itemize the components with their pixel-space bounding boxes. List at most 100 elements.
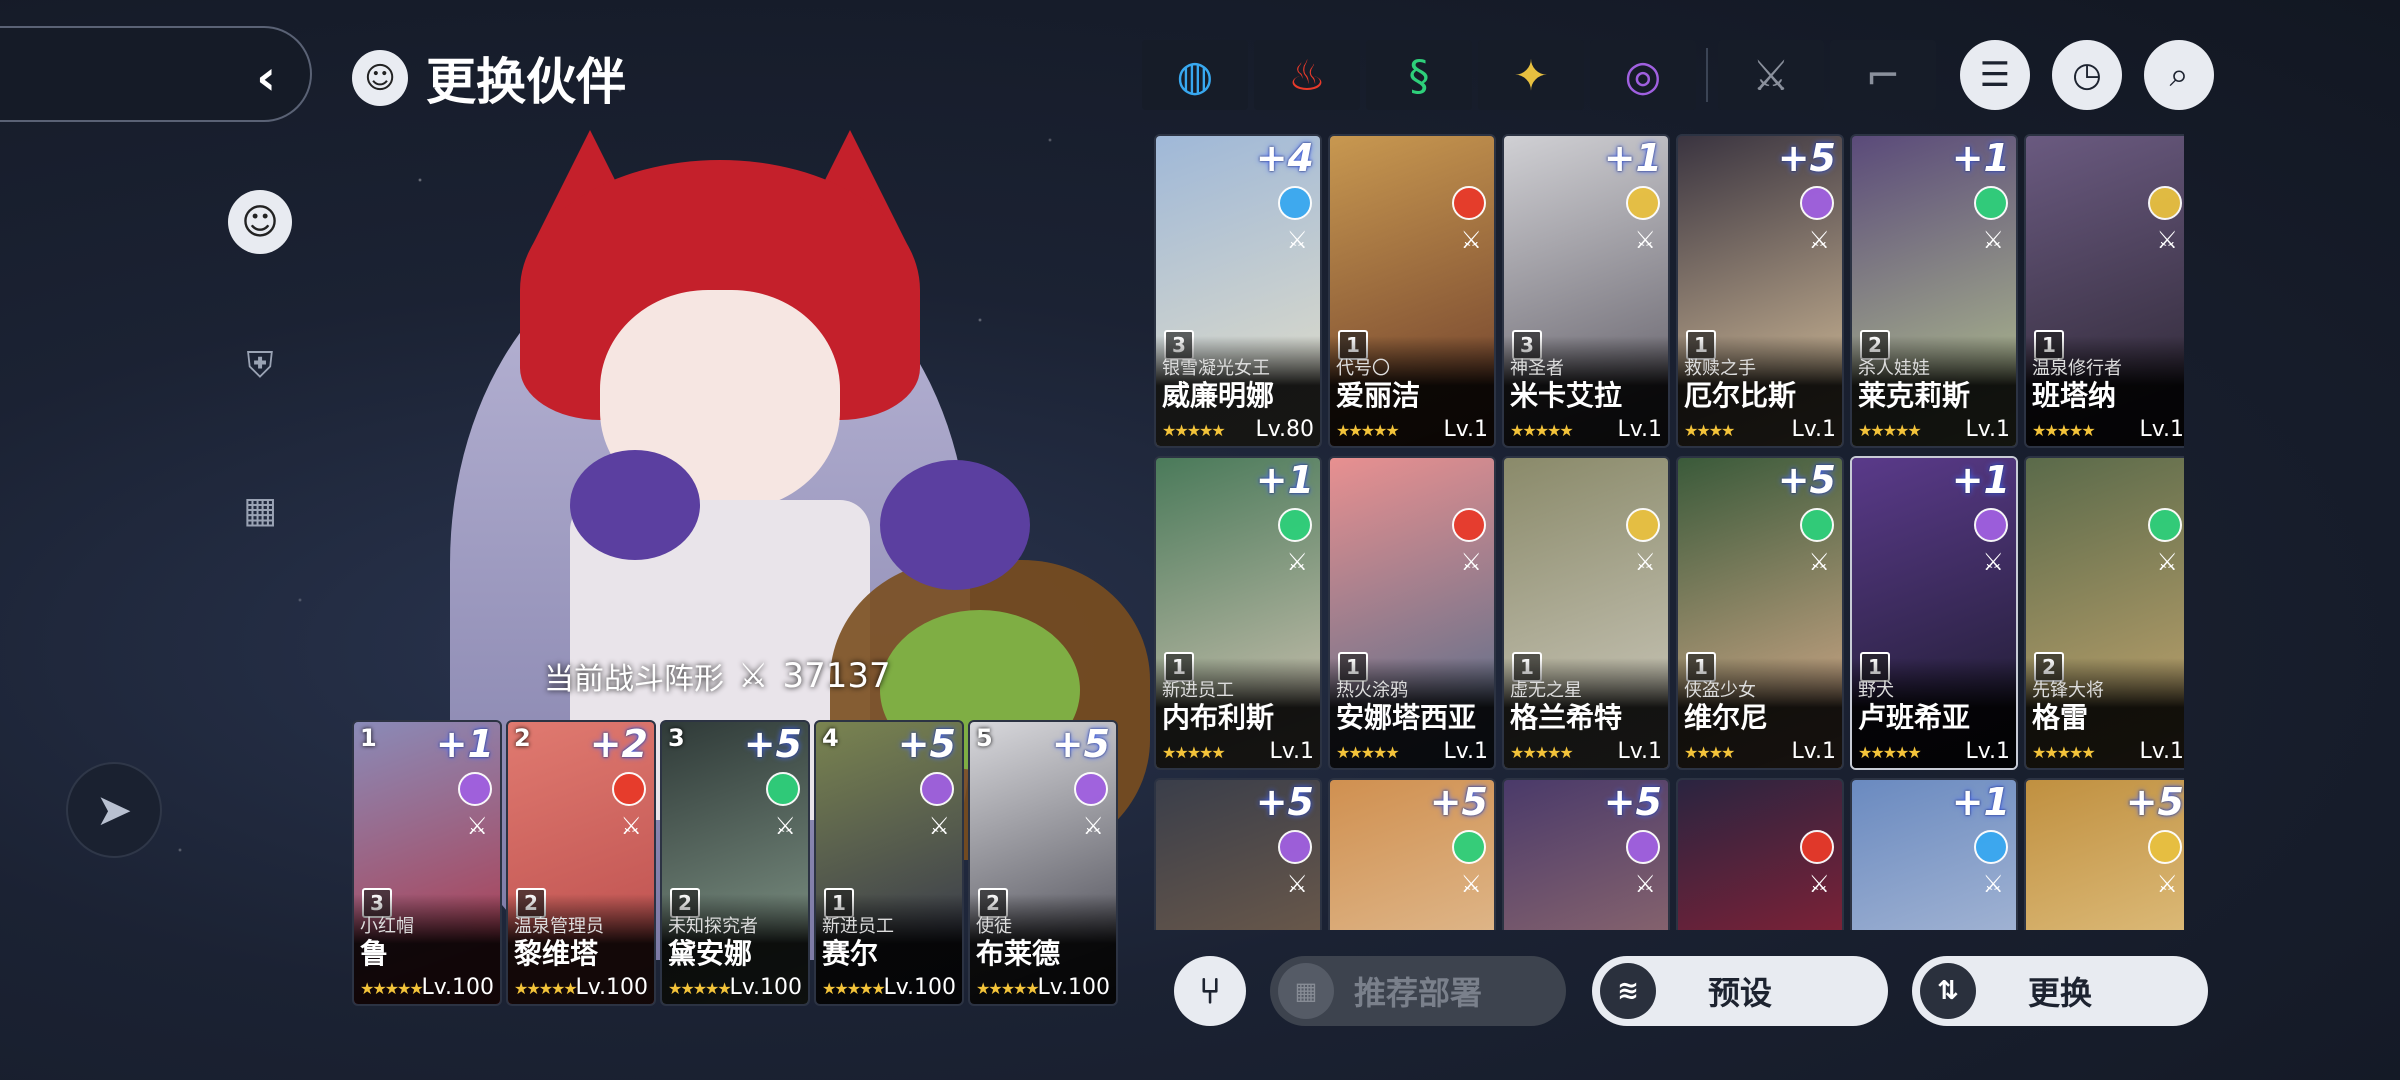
sword-icon: ⚔	[2156, 226, 2178, 254]
character-card[interactable]: +5⚔2	[2024, 778, 2184, 930]
element-icon	[1278, 508, 1312, 542]
character-card[interactable]: +5⚔1	[1328, 778, 1496, 930]
element-icon	[1452, 508, 1486, 542]
character-name: 格兰希特	[1510, 701, 1623, 734]
enhance-badge: +1	[1951, 458, 2010, 502]
star-rating: ★★★★★	[668, 979, 732, 998]
star-rating: ★★★★★	[1510, 743, 1574, 762]
character-card[interactable]: ⚔1温泉修行者班塔纳★★★★★Lv.1	[2024, 134, 2184, 448]
support-class-icon[interactable]: ⌐	[1830, 40, 1936, 110]
enhance-badge: +5	[897, 722, 956, 766]
fork-knife-icon[interactable]: ⑂	[1174, 956, 1246, 1026]
timer-icon[interactable]: ◷	[2052, 40, 2122, 110]
sword-icon: ⚔	[1634, 870, 1656, 898]
character-card[interactable]: +1⚔1新进员工内布利斯★★★★★Lv.1	[1154, 456, 1322, 770]
character-card[interactable]: +5⚔2	[1154, 778, 1322, 930]
grid-icon: ▦	[1278, 963, 1334, 1019]
sword-icon: ⚔	[1808, 870, 1830, 898]
enhance-badge: +1	[1951, 780, 2010, 824]
character-card[interactable]: ⚔1虚无之星格兰希特★★★★★Lv.1	[1502, 456, 1670, 770]
roster-grid: +4⚔3银雪凝光女王威廉明娜★★★★★Lv.80⚔1代号〇爱丽洁★★★★★Lv.…	[1154, 134, 2184, 930]
character-level: Lv.100	[421, 975, 494, 1000]
back-button[interactable]: ‹	[0, 26, 312, 122]
character-card[interactable]: +1⚔1野犬卢班希亚★★★★★Lv.1	[1850, 456, 2018, 770]
sword-icon: ⚔	[1286, 548, 1308, 576]
character-card[interactable]: 3+5⚔2未知探究者黛安娜★★★★★Lv.100	[660, 720, 810, 1006]
element-icon	[1626, 508, 1660, 542]
element-icon	[1974, 508, 2008, 542]
star-rating: ★★★★★	[976, 979, 1040, 998]
sort-filter-icon[interactable]: ☰	[1960, 40, 2030, 110]
element-icon	[1974, 186, 2008, 220]
character-card[interactable]: +1⚔1	[1850, 778, 2018, 930]
sword-icon: ⚔	[1082, 812, 1104, 840]
formation-power: 当前战斗阵形 ⚔ 37137	[544, 654, 891, 698]
team-lineup: 1+1⚔3小红帽鲁★★★★★Lv.1002+2⚔2温泉管理员黎维塔★★★★★Lv…	[352, 720, 1118, 1006]
character-card[interactable]: 4+5⚔1新进员工赛尔★★★★★Lv.100	[814, 720, 964, 1006]
recommend-label: 推荐部署	[1353, 974, 1482, 1012]
character-card[interactable]: 2+2⚔2温泉管理员黎维塔★★★★★Lv.100	[506, 720, 656, 1006]
character-card[interactable]: ⚔1	[1676, 778, 1844, 930]
enhance-badge: +5	[1777, 458, 1836, 502]
character-card[interactable]: ⚔2先锋大将格雷★★★★★Lv.1	[2024, 456, 2184, 770]
slot-number: 1	[360, 724, 377, 752]
character-name: 卢班希亚	[1858, 701, 1971, 734]
character-card[interactable]: ⚔1热火涂鸦安娜塔西亚★★★★★Lv.1	[1328, 456, 1496, 770]
dark-element-icon[interactable]: ◎	[1590, 40, 1696, 110]
companion-icon: ☺	[352, 50, 408, 106]
star-rating: ★★★★★	[1336, 743, 1400, 762]
sword-icon: ⚔	[1460, 226, 1482, 254]
page-title: 更换伙伴	[426, 53, 626, 111]
character-level: Lv.1	[1965, 739, 2010, 764]
enhance-badge: +1	[1255, 458, 1314, 502]
star-rating: ★★★★★	[1510, 421, 1574, 440]
element-icon	[1074, 772, 1108, 806]
sword-icon: ⚔	[466, 812, 488, 840]
character-name: 黎维塔	[514, 937, 599, 970]
enhance-badge: +5	[2125, 780, 2184, 824]
character-card[interactable]: +5⚔1救赎之手厄尔比斯★★★★Lv.1	[1676, 134, 1844, 448]
enhance-badge: +5	[1255, 780, 1314, 824]
water-element-icon[interactable]: ◍	[1142, 40, 1248, 110]
element-icon	[1278, 186, 1312, 220]
character-card[interactable]: +1⚔2杀人娃娃莱克莉斯★★★★★Lv.1	[1850, 134, 2018, 448]
character-card[interactable]: 5+5⚔2使徒布莱德★★★★★Lv.100	[968, 720, 1118, 1006]
enhance-badge: +5	[1777, 136, 1836, 180]
element-icon	[2148, 508, 2182, 542]
element-icon	[1800, 508, 1834, 542]
light-element-icon[interactable]: ✦	[1478, 40, 1584, 110]
character-card[interactable]: 1+1⚔3小红帽鲁★★★★★Lv.100	[352, 720, 502, 1006]
star-rating: ★★★★★	[2032, 743, 2096, 762]
slot-number: 5	[976, 724, 993, 752]
star-rating: ★★★★★	[1162, 421, 1226, 440]
character-name: 爱丽洁	[1336, 379, 1421, 412]
search-icon[interactable]: ⌕	[2144, 40, 2214, 110]
sword-icon: ⚔	[1634, 226, 1656, 254]
wind-element-icon[interactable]: §	[1366, 40, 1472, 110]
sword-icon: ⚔	[1982, 226, 2004, 254]
character-level: Lv.100	[575, 975, 648, 1000]
character-card[interactable]: +4⚔3银雪凝光女王威廉明娜★★★★★Lv.80	[1154, 134, 1322, 448]
character-name: 维尔尼	[1684, 701, 1769, 734]
sword-icon: ⚔	[2156, 548, 2178, 576]
character-level: Lv.1	[1443, 739, 1488, 764]
preset-button[interactable]: ≋ 预设	[1592, 956, 1888, 1026]
character-card[interactable]: +5⚔1侠盗少女维尔尼★★★★Lv.1	[1676, 456, 1844, 770]
fire-element-icon[interactable]: ♨	[1254, 40, 1360, 110]
sword-class-icon[interactable]: ⚔	[1718, 40, 1824, 110]
power-value: 37137	[782, 656, 891, 696]
sword-icon: ⚔	[1634, 548, 1656, 576]
character-level: Lv.1	[1269, 739, 1314, 764]
element-icon	[766, 772, 800, 806]
character-card[interactable]: +5⚔1	[1502, 778, 1670, 930]
element-icon	[1800, 830, 1834, 864]
enhance-badge: +1	[1951, 136, 2010, 180]
character-name: 莱克莉斯	[1858, 379, 1971, 412]
change-button[interactable]: ⇅ 更换	[1912, 956, 2208, 1026]
character-card[interactable]: ⚔1代号〇爱丽洁★★★★★Lv.1	[1328, 134, 1496, 448]
send-icon[interactable]: ➤	[66, 762, 162, 858]
recommend-deploy-button[interactable]: ▦ 推荐部署	[1270, 956, 1566, 1026]
character-name: 厄尔比斯	[1684, 379, 1797, 412]
character-card[interactable]: +1⚔3神圣者米卡艾拉★★★★★Lv.1	[1502, 134, 1670, 448]
sword-icon: ⚔	[1982, 548, 2004, 576]
